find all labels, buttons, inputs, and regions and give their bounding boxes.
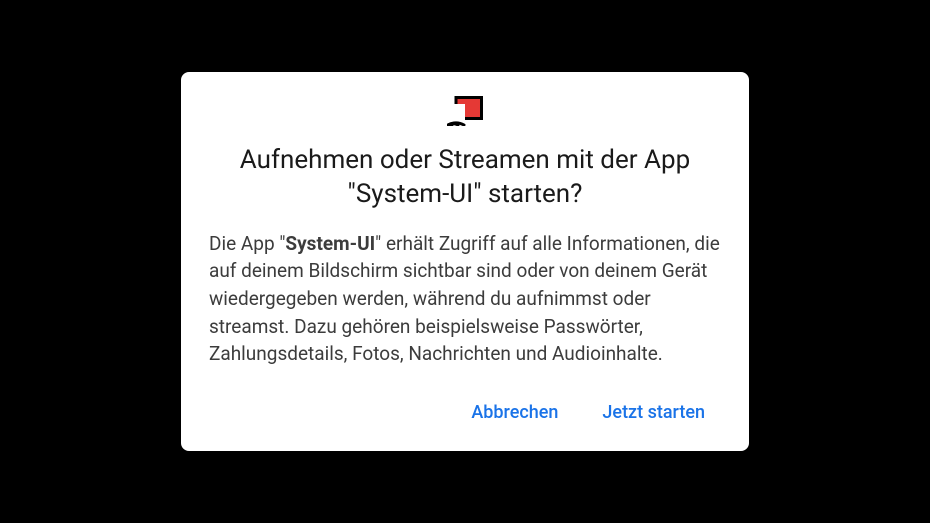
dialog-body-app: System-UI xyxy=(285,232,375,255)
dialog-buttons: Abbrechen Jetzt starten xyxy=(209,396,721,435)
cast-icon xyxy=(447,96,483,126)
start-button[interactable]: Jetzt starten xyxy=(598,396,709,429)
dialog-body-prefix: Die App " xyxy=(209,232,285,255)
dialog-body: Die App "System-UI" erhält Zugriff auf a… xyxy=(209,230,721,368)
cancel-button[interactable]: Abbrechen xyxy=(467,396,562,429)
dialog-title: Aufnehmen oder Streamen mit der App "Sys… xyxy=(209,144,721,212)
dialog-icon-wrap xyxy=(209,96,721,126)
cast-permission-dialog: Aufnehmen oder Streamen mit der App "Sys… xyxy=(181,72,749,450)
